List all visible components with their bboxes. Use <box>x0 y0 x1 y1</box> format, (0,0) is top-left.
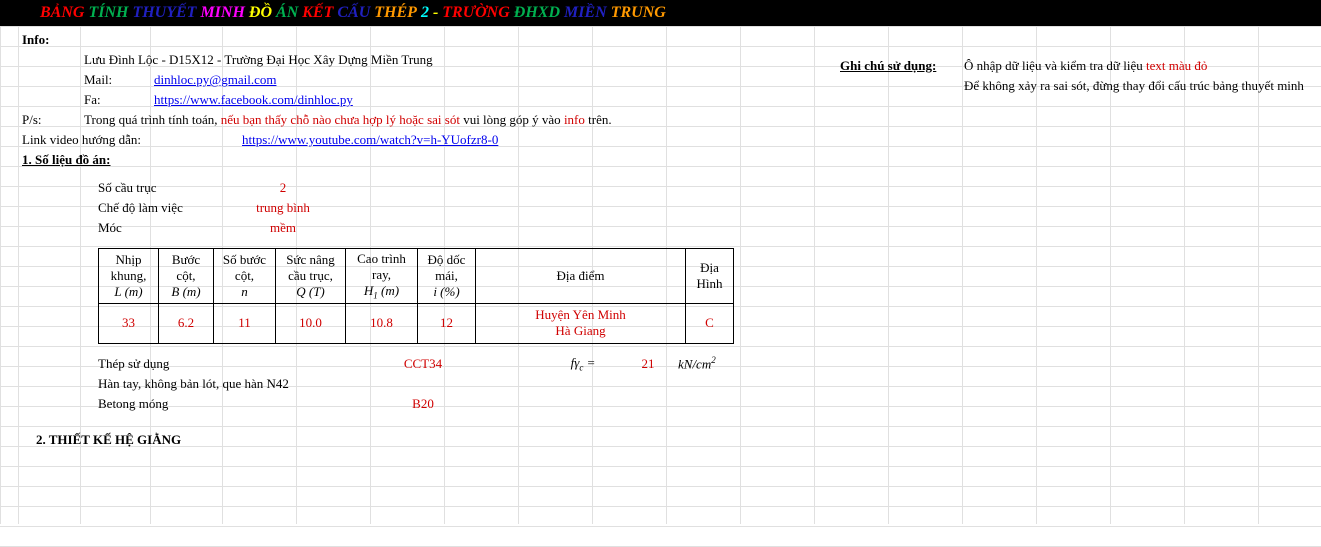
param-value[interactable]: mềm <box>238 220 328 236</box>
usage-label: Ghi chú sử dụng: <box>840 58 960 74</box>
section-2-title: 2. THIẾT KẾ HỆ GIẰNG <box>36 432 1321 448</box>
author-line: Lưu Đình Lộc - D15X12 - Trường Đại Học X… <box>80 52 437 68</box>
fy-value[interactable]: 21 <box>618 356 678 372</box>
title-banner: BẢNG TÍNH THUYẾT MINH ĐỒ ÁN KẾT CẤU THÉP… <box>0 0 1321 26</box>
param-value[interactable]: trung bình <box>238 200 328 216</box>
table-header: Số bướccột,n <box>214 249 276 304</box>
table-header: ĐịaHình <box>686 249 734 304</box>
fy-symbol: fγc = <box>548 355 618 373</box>
table-cell[interactable]: 11 <box>214 303 276 343</box>
table-header: Độ dốcmái,i (%) <box>418 249 476 304</box>
table-cell[interactable]: 10.8 <box>346 303 418 343</box>
concrete-value[interactable]: B20 <box>388 396 458 412</box>
param-label: Móc <box>98 220 238 236</box>
param-label: Chế độ làm việc <box>98 200 238 216</box>
table-cell[interactable]: Huyện Yên MinhHà Giang <box>476 303 686 343</box>
param-label: Số cầu trục <box>98 180 238 196</box>
section-1-title: 1. Số liệu đồ án: <box>18 152 115 168</box>
youtube-link[interactable]: https://www.youtube.com/watch?v=h-YUofzr… <box>238 132 502 148</box>
param-list: Số cầu trục2Chế độ làm việctrung bìnhMóc… <box>98 178 1321 238</box>
table-header: Địa điểm <box>476 249 686 304</box>
fy-unit: kN/cm2 <box>678 355 738 372</box>
table-cell[interactable]: 6.2 <box>159 303 214 343</box>
table-header: Nhịpkhung,L (m) <box>99 249 159 304</box>
facebook-link[interactable]: https://www.facebook.com/dinhloc.py <box>150 92 357 108</box>
content-area: Info: Lưu Đình Lộc - D15X12 - Trường Đại… <box>0 26 1321 448</box>
table-header: Cao trìnhray,H1 (m) <box>346 249 418 304</box>
info-label: Info: <box>18 32 53 48</box>
steel-label: Thép sử dụng <box>98 356 388 372</box>
table-cell[interactable]: C <box>686 303 734 343</box>
ps-label: P/s: <box>18 112 80 128</box>
table-cell[interactable]: 12 <box>418 303 476 343</box>
concrete-label: Betong móng <box>98 396 388 412</box>
table-header: Sức nângcầu trục,Q (T) <box>276 249 346 304</box>
ps-text: Trong quá trình tính toán, nếu bạn thấy … <box>80 112 616 128</box>
mail-label: Mail: <box>80 72 150 88</box>
steel-value[interactable]: CCT34 <box>388 356 458 372</box>
table-header: Bướccột,B (m) <box>159 249 214 304</box>
video-label: Link video hướng dẫn: <box>18 132 238 148</box>
table-cell[interactable]: 10.0 <box>276 303 346 343</box>
mail-link[interactable]: dinhloc.py@gmail.com <box>150 72 280 88</box>
table-cell[interactable]: 33 <box>99 303 159 343</box>
param-value[interactable]: 2 <box>238 180 328 196</box>
usage-notes: Ghi chú sử dụng: Ô nhập dữ liệu và kiểm … <box>840 56 1310 96</box>
fa-label: Fa: <box>80 92 150 108</box>
data-table: Nhịpkhung,L (m)Bướccột,B (m)Số bướccột,n… <box>98 248 734 344</box>
usage-line2: Để không xảy ra sai sót, đừng thay đổi c… <box>960 78 1308 94</box>
weld-text: Hàn tay, không bản lót, que hàn N42 <box>98 376 388 392</box>
materials-block: Thép sử dụng CCT34 fγc = 21 kN/cm2 Hàn t… <box>98 354 1321 414</box>
